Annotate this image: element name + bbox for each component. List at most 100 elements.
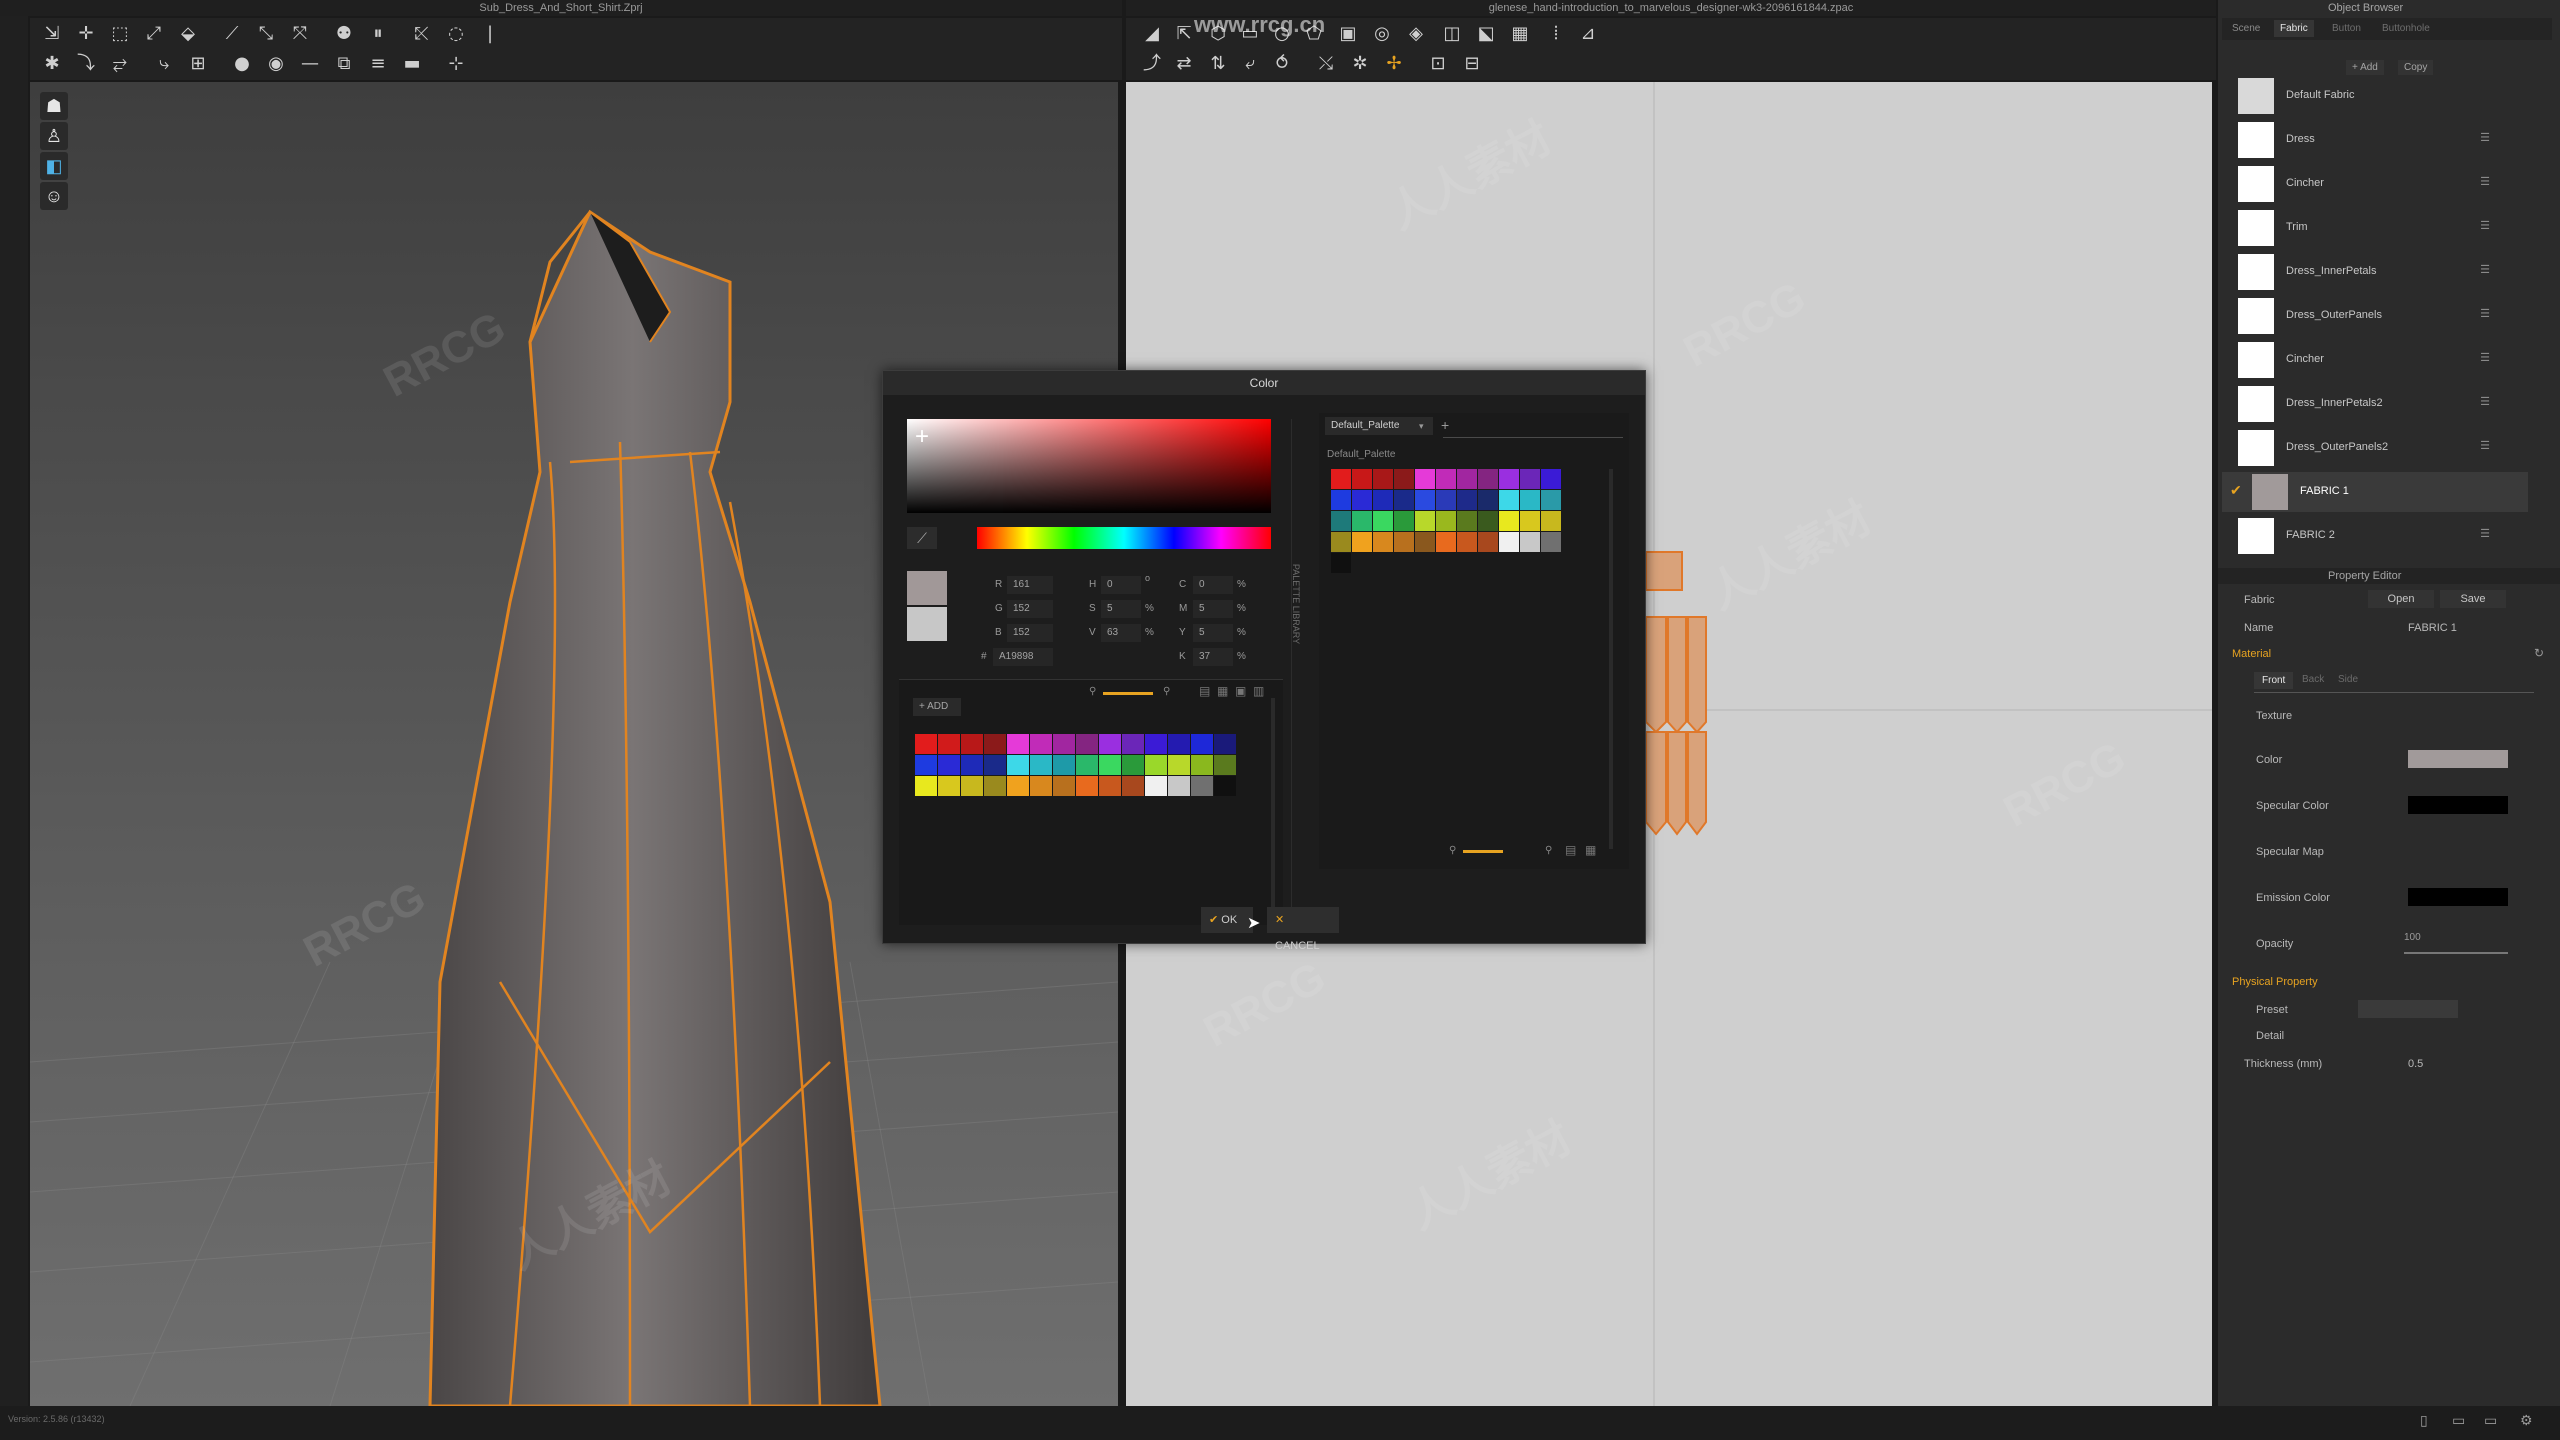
lasso-icon[interactable]: ◌ xyxy=(444,22,468,46)
copy-fabric-button[interactable]: Copy xyxy=(2398,60,2434,75)
h-field[interactable]: 0 xyxy=(1101,576,1141,594)
fabric-list-item[interactable]: Trim ☰ xyxy=(2238,208,2518,248)
fabric-list-item[interactable]: Cincher ☰ xyxy=(2238,340,2518,380)
fabric-list-item[interactable]: Dress_OuterPanels2 ☰ xyxy=(2238,428,2518,468)
color-swatch-cell[interactable] xyxy=(1076,776,1098,796)
g-field[interactable]: 152 xyxy=(1007,600,1053,618)
move-icon[interactable]: ✛ xyxy=(74,22,98,46)
c-field[interactable]: 0 xyxy=(1193,576,1233,594)
delete-swatch-icon[interactable]: ▣ xyxy=(1235,684,1246,698)
layout-single-icon[interactable]: ▯ xyxy=(2420,1412,2428,1429)
fabric-list-item[interactable]: FABRIC 1 ✔ xyxy=(2222,472,2528,512)
tack-icon[interactable]: ⤧ xyxy=(288,22,312,46)
thickness-value[interactable]: 0.5 xyxy=(2408,1058,2423,1070)
color-swatch-cell[interactable] xyxy=(1122,734,1144,754)
texture-toggle-icon[interactable]: ◧ xyxy=(40,152,68,180)
palette-swatch-cell[interactable] xyxy=(1331,511,1351,531)
palette-swatch-cell[interactable] xyxy=(1436,532,1456,552)
topstitch-icon[interactable]: — xyxy=(298,52,322,76)
color-swatch-cell[interactable] xyxy=(1168,755,1190,775)
palette-swatch-cell[interactable] xyxy=(1541,511,1561,531)
palette-swatch-cell[interactable] xyxy=(1457,532,1477,552)
palette-swatch-cell[interactable] xyxy=(1352,490,1372,510)
specular-color-label[interactable]: Specular Color xyxy=(2256,800,2329,812)
tab-fabric[interactable]: Fabric xyxy=(2274,20,2314,37)
palette-swatch-cell[interactable] xyxy=(1478,511,1498,531)
button-icon[interactable]: ● xyxy=(230,52,254,76)
cancel-button[interactable]: ✕ CANCEL xyxy=(1267,907,1339,952)
color-swatch-cell[interactable] xyxy=(1053,734,1075,754)
saturation-value-picker[interactable]: + xyxy=(907,419,1271,513)
palette-swatch-cell[interactable] xyxy=(1331,553,1351,573)
fabric-list-item[interactable]: Dress_InnerPetals2 ☰ xyxy=(2238,384,2518,424)
color-swatch-cell[interactable] xyxy=(1030,776,1052,796)
color-swatch-cell[interactable] xyxy=(1007,776,1029,796)
palette-swatch-cell[interactable] xyxy=(1352,469,1372,489)
palette-swatch-cell[interactable] xyxy=(1331,469,1351,489)
palette-swatch-cell[interactable] xyxy=(1331,490,1351,510)
sewing-icon[interactable]: ⥂ xyxy=(108,52,132,76)
palette-list-icon[interactable]: ▤ xyxy=(1565,843,1576,857)
guide-icon[interactable]: ⊟ xyxy=(1460,52,1484,76)
dart-icon[interactable]: ◈ xyxy=(1404,22,1428,46)
palette-swatch-cell[interactable] xyxy=(1331,532,1351,552)
save-fabric-button[interactable]: Save xyxy=(2440,590,2506,608)
fabric-delete-icon[interactable]: ☰ xyxy=(2480,175,2490,188)
palette-scrollbar[interactable] xyxy=(1609,469,1613,849)
layer-icon[interactable]: ≡ xyxy=(366,52,390,76)
color-swatch-cell[interactable] xyxy=(1145,734,1167,754)
fold-icon[interactable]: ⤡ xyxy=(254,22,278,46)
grid-view-icon[interactable]: ▦ xyxy=(1217,684,1228,698)
fabric-delete-icon[interactable]: ☰ xyxy=(2480,439,2490,452)
palette-swatch-cell[interactable] xyxy=(1415,532,1435,552)
eyedropper-button[interactable]: ⟋ xyxy=(907,527,937,549)
palette-swatch-cell[interactable] xyxy=(1394,469,1414,489)
palette-swatch-cell[interactable] xyxy=(1352,532,1372,552)
palette-swatch-cell[interactable] xyxy=(1478,532,1498,552)
fabric-delete-icon[interactable]: ☰ xyxy=(2480,527,2490,540)
fabric-delete-icon[interactable]: ☰ xyxy=(2480,219,2490,232)
palette-zoom-slider[interactable] xyxy=(1463,850,1503,853)
color-swatch-cell[interactable] xyxy=(1053,776,1075,796)
tab-buttonhole[interactable]: Buttonhole xyxy=(2382,23,2430,34)
preset-dropdown[interactable] xyxy=(2358,1000,2458,1018)
palette-swatch-cell[interactable] xyxy=(1520,490,1540,510)
box-select-icon[interactable]: ⬚ xyxy=(108,22,132,46)
color-swatch-cell[interactable] xyxy=(938,734,960,754)
palette-swatch-cell[interactable] xyxy=(1520,532,1540,552)
palette-swatch-cell[interactable] xyxy=(1541,532,1561,552)
unfold-icon[interactable]: ▦ xyxy=(1508,22,1532,46)
pattern-transform-icon[interactable]: ⇱ xyxy=(1172,22,1196,46)
palette-swatch-cell[interactable] xyxy=(1520,469,1540,489)
palette-swatch-cell[interactable] xyxy=(1499,490,1519,510)
opacity-slider[interactable] xyxy=(2404,952,2508,954)
hex-field[interactable]: A19898 xyxy=(993,648,1053,666)
color-swatch-cell[interactable] xyxy=(1099,734,1121,754)
strap-icon[interactable]: ▬ xyxy=(400,52,424,76)
r-field[interactable]: 161 xyxy=(1007,576,1053,594)
notch-icon[interactable]: ⊿ xyxy=(1576,22,1600,46)
list-view-icon[interactable]: ▤ xyxy=(1199,684,1210,698)
color-swatch-cell[interactable] xyxy=(1145,776,1167,796)
color-swatch-cell[interactable] xyxy=(1122,755,1144,775)
pattern-select-icon[interactable]: ◢ xyxy=(1140,22,1164,46)
add-swatch-button[interactable]: + ADD xyxy=(913,698,961,716)
free-sewing-icon[interactable]: ⇅ xyxy=(1206,52,1230,76)
seg-sewing-icon[interactable]: ⇄ xyxy=(1172,52,1196,76)
palette-swatch-cell[interactable] xyxy=(1457,469,1477,489)
texture-label[interactable]: Texture xyxy=(2256,710,2292,722)
palette-swatch-cell[interactable] xyxy=(1415,511,1435,531)
settings-icon[interactable]: ⚙ xyxy=(2520,1412,2533,1429)
palette-swatch-cell[interactable] xyxy=(1520,511,1540,531)
zoom-slider[interactable] xyxy=(1103,692,1153,695)
color-swatch-cell[interactable] xyxy=(1214,734,1236,754)
palette-swatch-cell[interactable] xyxy=(1394,490,1414,510)
render-toggle-icon[interactable]: ☺ xyxy=(40,182,68,210)
layout-wide-icon[interactable]: ▭ xyxy=(2484,1412,2497,1429)
transform-icon[interactable]: ⬙ xyxy=(176,22,200,46)
m-field[interactable]: 5 xyxy=(1193,600,1233,618)
color-swatch-cell[interactable] xyxy=(1030,734,1052,754)
tab-button[interactable]: Button xyxy=(2332,23,2361,34)
palette-swatch-cell[interactable] xyxy=(1499,511,1519,531)
add-palette-icon[interactable]: + xyxy=(1441,417,1449,433)
